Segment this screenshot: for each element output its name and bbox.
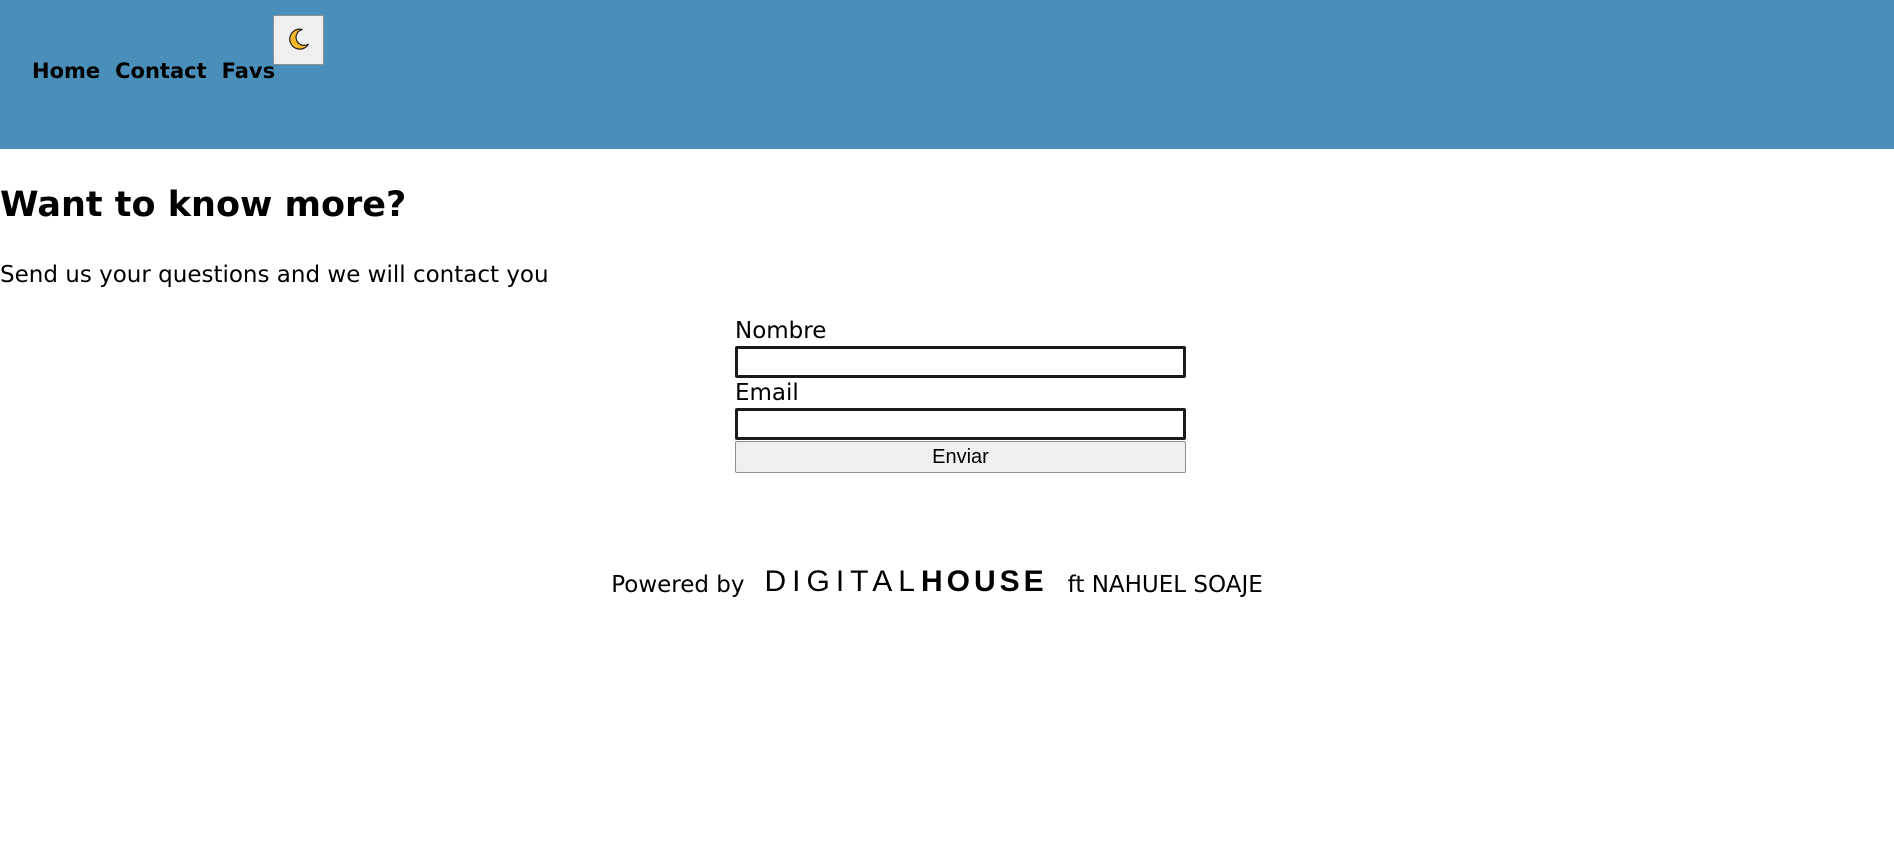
email-input[interactable]: [735, 408, 1186, 440]
nav-link-home[interactable]: Home: [32, 56, 100, 86]
digital-house-logo: DIGITAL HOUSE: [765, 567, 1048, 597]
page-subtitle: Send us your questions and we will conta…: [0, 262, 549, 288]
theme-toggle-button[interactable]: [273, 15, 324, 65]
submit-button[interactable]: Enviar: [735, 441, 1186, 473]
powered-by-text: Powered by: [611, 572, 745, 598]
page-title: Want to know more?: [0, 185, 407, 225]
logo-text-light: DIGITAL: [764, 565, 921, 598]
nav-link-favs[interactable]: Favs: [222, 56, 275, 86]
credit-text: ft NAHUEL SOAJE: [1067, 572, 1263, 598]
logo-text-bold: HOUSE: [920, 565, 1048, 598]
footer: Powered by DIGITAL HOUSE ft NAHUEL SOAJE: [0, 567, 1894, 600]
nav-link-contact[interactable]: Contact: [115, 56, 207, 86]
moon-icon: [287, 27, 311, 54]
main-nav: Home Contact Favs: [32, 56, 290, 86]
contact-form: Nombre Email Enviar: [735, 316, 1186, 473]
name-label: Nombre: [735, 318, 827, 344]
name-input[interactable]: [735, 346, 1186, 378]
email-label: Email: [735, 380, 799, 406]
